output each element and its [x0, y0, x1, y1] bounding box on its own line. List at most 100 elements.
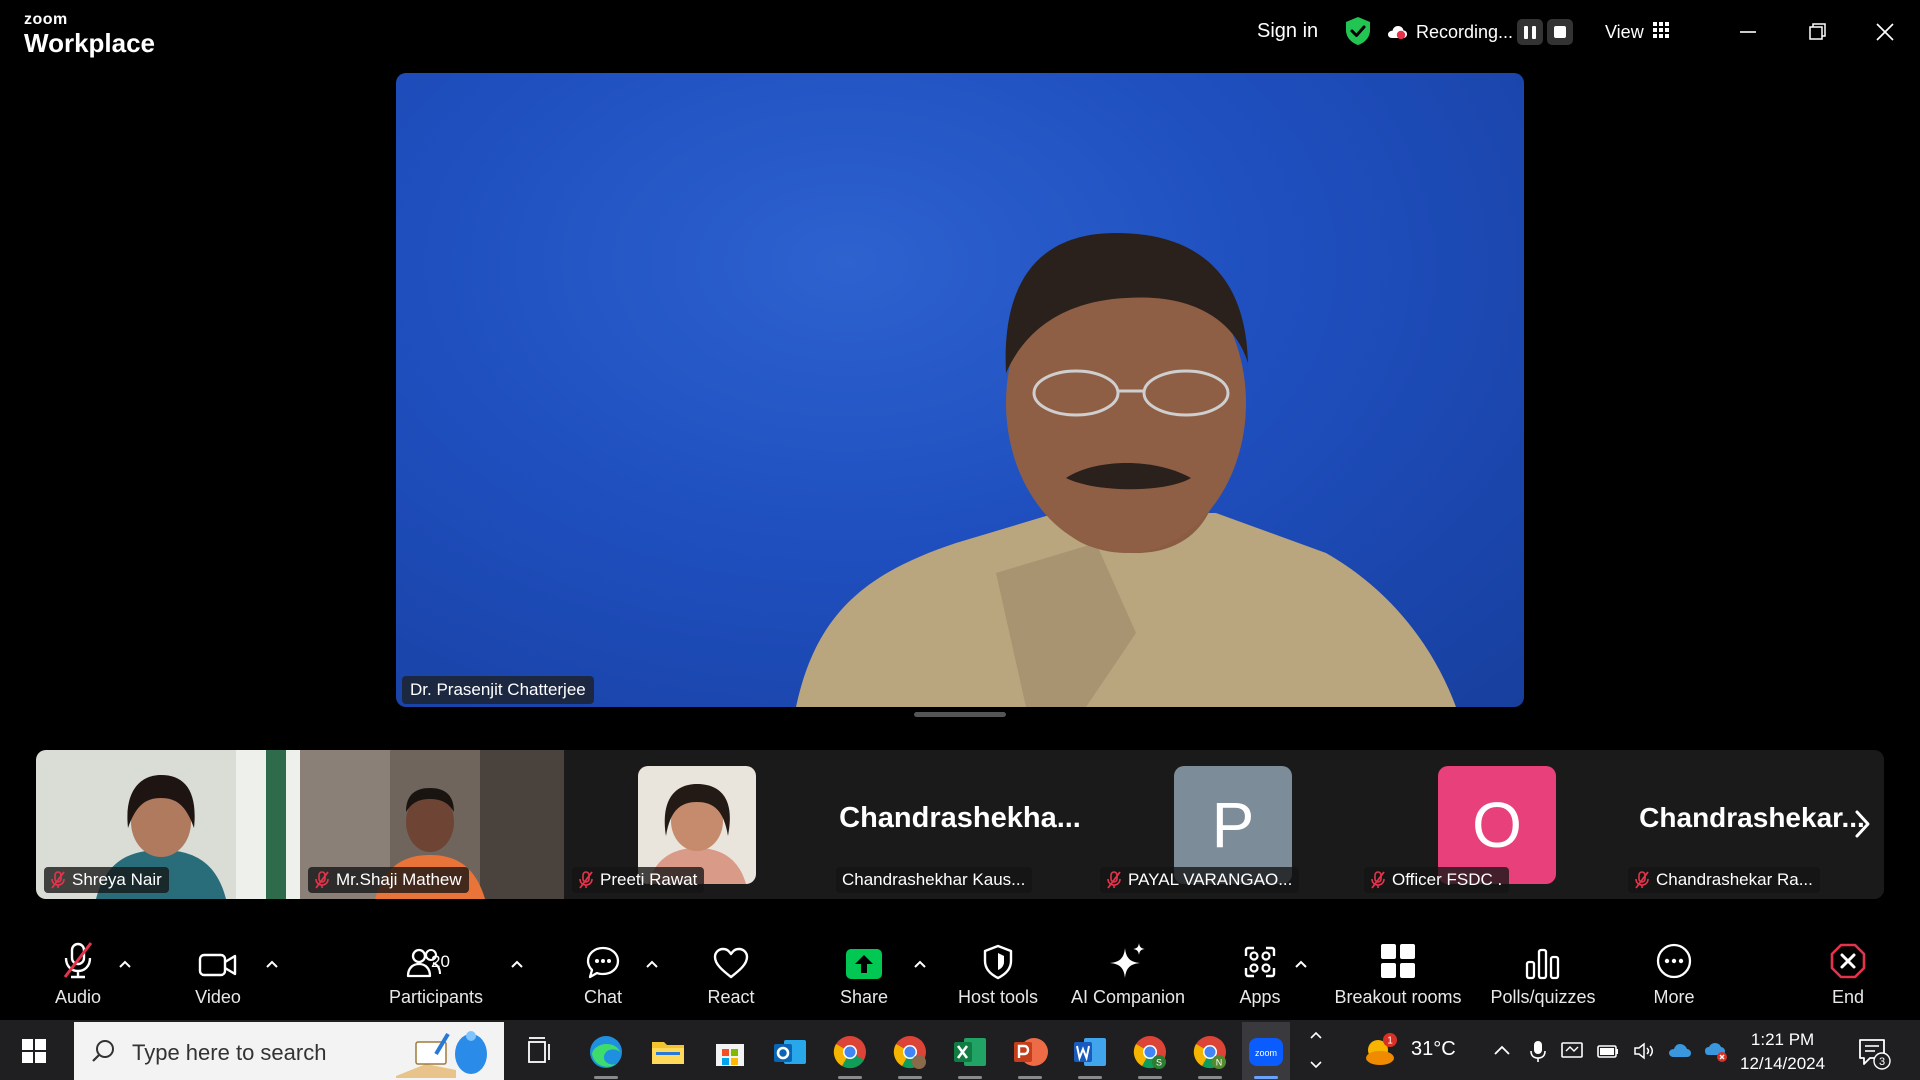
zoom-app-icon[interactable]: zoom [1246, 1032, 1286, 1072]
more-icon [1656, 943, 1692, 979]
stop-icon [1554, 26, 1566, 38]
onedrive-error-icon[interactable] [1704, 1039, 1728, 1063]
participant-label: Chandrashekar Ra... [1628, 867, 1820, 893]
stop-recording-button[interactable] [1547, 19, 1573, 45]
end-call-icon [1830, 943, 1866, 979]
restore-icon[interactable] [1797, 14, 1837, 50]
weather-badge: 1 [1387, 1036, 1393, 1047]
encryption-shield-icon[interactable] [1344, 16, 1372, 46]
chevron-up-icon[interactable] [509, 958, 525, 970]
participants-button[interactable]: 20 Participants [386, 932, 486, 1020]
more-button[interactable]: More [1640, 932, 1708, 1020]
active-speaker-video[interactable]: Dr. Prasenjit Chatterjee [396, 73, 1524, 707]
apps-button[interactable]: Apps [1226, 932, 1294, 1020]
chevron-up-icon[interactable] [117, 958, 133, 970]
chevron-right-icon[interactable] [1852, 808, 1872, 840]
resize-handle[interactable] [914, 712, 1006, 717]
volume-icon[interactable] [1632, 1039, 1656, 1063]
onedrive-cloud-icon[interactable] [1668, 1039, 1692, 1063]
participant-tile[interactable]: Chandrashekha... Chandrashekhar Kaus... [828, 750, 1092, 899]
chat-button[interactable]: Chat [570, 932, 636, 1020]
taskbar-scroll-arrows-icon[interactable] [1306, 1026, 1326, 1074]
grid-view-icon[interactable] [1653, 22, 1669, 38]
chat-icon [586, 946, 620, 979]
video-camera-icon [198, 953, 237, 977]
participant-name: PAYAL VARANGAO... [1128, 870, 1293, 889]
taskbar-search-box[interactable]: Type here to search [74, 1022, 504, 1080]
react-button[interactable]: React [697, 932, 765, 1020]
search-highlight-icon [396, 1031, 487, 1078]
excel-icon[interactable] [950, 1032, 990, 1072]
zoom-workplace-logo: zoom Workplace [24, 11, 155, 57]
participant-label: Preeti Rawat [572, 867, 705, 893]
task-view-icon[interactable] [520, 1032, 560, 1072]
chat-label: Chat [583, 987, 623, 1007]
breakout-rooms-button[interactable]: Breakout rooms [1328, 932, 1468, 1020]
show-hidden-icons-icon[interactable] [1490, 1039, 1514, 1063]
notifications-icon[interactable]: 3 [1856, 1034, 1892, 1070]
chrome-icon[interactable] [830, 1032, 870, 1072]
cloud-recording-icon [1388, 26, 1407, 40]
word-icon[interactable] [1070, 1032, 1110, 1072]
system-clock[interactable]: 1:21 PM 12/14/2024 [1740, 1028, 1825, 1076]
participant-tile[interactable]: Shreya Nair [36, 750, 300, 899]
title-bar: zoom Workplace Sign in Recording... View [0, 0, 1920, 64]
breakout-rooms-icon [1381, 944, 1415, 978]
weather-sun-icon[interactable]: 1 [1360, 1030, 1406, 1070]
polls-label: Polls/quizzes [1490, 987, 1596, 1007]
minimize-icon[interactable] [1728, 14, 1768, 50]
chevron-up-icon[interactable] [1293, 958, 1309, 970]
chevron-up-icon[interactable] [644, 958, 660, 970]
participant-tile[interactable]: Mr.Shaji Mathew [300, 750, 564, 899]
share-button[interactable]: Share [830, 932, 898, 1020]
participant-label: Officer FSDC . [1364, 867, 1510, 893]
display-icon[interactable] [1560, 1039, 1584, 1063]
sparkle-icon [1110, 943, 1145, 978]
pause-recording-button[interactable] [1517, 19, 1543, 45]
participant-tile[interactable]: Chandrashekar... Chandrashekar Ra... [1620, 750, 1884, 899]
ai-companion-button[interactable]: AI Companion [1068, 932, 1188, 1020]
heart-icon [713, 947, 749, 979]
avatar-letter: O [1472, 789, 1522, 861]
audio-button[interactable]: Audio [46, 932, 110, 1020]
participants-label: Participants [388, 987, 484, 1007]
apps-label: Apps [1239, 987, 1281, 1007]
participant-name: Mr.Shaji Mathew [336, 870, 462, 889]
speaker-video-image [796, 233, 1456, 707]
search-icon [92, 1040, 114, 1062]
sign-in-link[interactable]: Sign in [1257, 20, 1318, 43]
microsoft-store-icon[interactable] [710, 1032, 750, 1072]
shield-icon [983, 944, 1013, 980]
end-meeting-button[interactable]: End [1814, 932, 1882, 1020]
host-tools-button[interactable]: Host tools [948, 932, 1048, 1020]
chrome-s-profile-icon[interactable]: S [1130, 1032, 1170, 1072]
video-button[interactable]: Video [186, 932, 250, 1020]
chrome-profile-icon[interactable] [890, 1032, 930, 1072]
microphone-icon[interactable] [1526, 1039, 1550, 1063]
edge-browser-icon[interactable] [586, 1032, 626, 1072]
mic-muted-icon [1371, 871, 1385, 889]
chevron-up-icon[interactable] [912, 958, 928, 970]
close-icon[interactable] [1865, 14, 1905, 50]
mic-muted-icon [1107, 871, 1121, 889]
windows-start-icon[interactable] [22, 1039, 46, 1063]
video-label: Video [195, 987, 241, 1007]
powerpoint-icon[interactable] [1010, 1032, 1050, 1072]
outlook-icon[interactable] [770, 1032, 810, 1072]
brand-small: zoom [24, 11, 68, 28]
clock-date: 12/14/2024 [1740, 1054, 1826, 1073]
chrome-n-profile-icon[interactable]: N [1190, 1032, 1230, 1072]
mic-muted-icon [579, 871, 593, 889]
polls-button[interactable]: Polls/quizzes [1488, 932, 1598, 1020]
participant-tile[interactable]: O Officer FSDC . [1356, 750, 1620, 899]
mic-muted-icon [63, 942, 93, 979]
participant-display-name: Chandrashekar... [1639, 802, 1865, 833]
battery-icon[interactable] [1596, 1039, 1620, 1063]
participant-tile[interactable]: P PAYAL VARANGAO... [1092, 750, 1356, 899]
chevron-up-icon[interactable] [264, 958, 280, 970]
file-explorer-icon[interactable] [648, 1032, 688, 1072]
ai-companion-label: AI Companion [1070, 987, 1186, 1007]
view-button[interactable]: View [1605, 22, 1644, 43]
participant-tile[interactable]: Preeti Rawat [564, 750, 828, 899]
temperature[interactable]: 31°C [1411, 1038, 1456, 1061]
